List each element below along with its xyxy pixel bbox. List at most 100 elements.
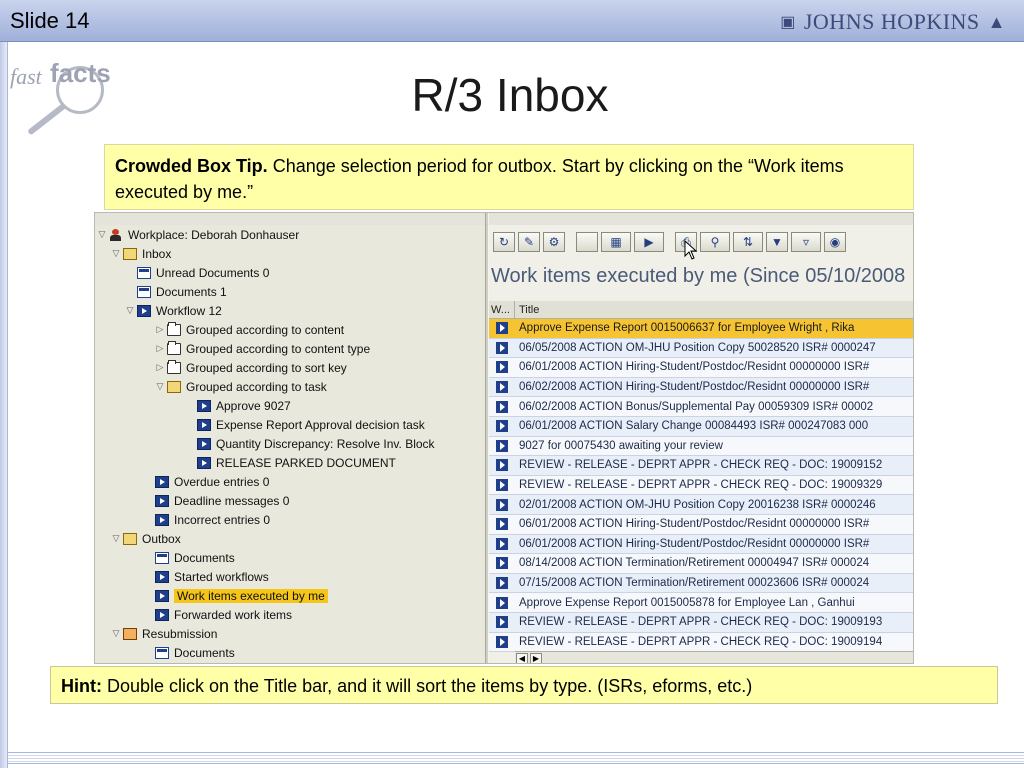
bottom-border	[8, 752, 1024, 764]
tree-item-label: Grouped according to sort key	[186, 360, 347, 375]
tree-item-outbox-documents[interactable]: Documents	[155, 548, 235, 567]
scroll-left-icon[interactable]: ◀	[516, 653, 528, 663]
workflow-icon	[137, 304, 151, 317]
workflow-icon	[496, 439, 508, 452]
table-row[interactable]: 07/15/2008 ACTION Termination/Retirement…	[489, 573, 913, 594]
tree-item-quantity-discrepancy[interactable]: Quantity Discrepancy: Resolve Inv. Block	[197, 434, 435, 453]
table-row[interactable]: REVIEW - RELEASE - DEPRT APPR - CHECK RE…	[489, 613, 913, 633]
open-folder-icon	[123, 532, 137, 545]
tree-item-grouped-task[interactable]: ▽ Grouped according to task	[153, 377, 327, 396]
row-type-cell	[489, 397, 515, 416]
column-header-type[interactable]: W...	[489, 300, 515, 319]
table-row[interactable]: 06/01/2008 ACTION Hiring-Student/Postdoc…	[489, 534, 913, 555]
table-row[interactable]: 08/14/2008 ACTION Termination/Retirement…	[489, 554, 913, 574]
forward-icon[interactable]: ▶	[634, 232, 664, 252]
expand-icon[interactable]: ▷	[153, 362, 167, 373]
tree-item-workplace[interactable]: ▽ Workplace: Deborah Donhauser	[95, 225, 300, 244]
tree-item-overdue[interactable]: Overdue entries 0	[155, 472, 269, 491]
table-row[interactable]: 9027 for 00075430 awaiting your review	[489, 436, 913, 457]
filter-icon[interactable]: ▼	[766, 232, 788, 252]
workflow-icon	[155, 570, 169, 583]
tree-item-work-items-executed[interactable]: Work items executed by me	[155, 586, 328, 605]
collapse-icon[interactable]: ▽	[109, 628, 123, 639]
table-row[interactable]: 06/02/2008 ACTION Bonus/Supplemental Pay…	[489, 397, 913, 417]
table-row[interactable]: REVIEW - RELEASE - DEPRT APPR - CHECK RE…	[489, 475, 913, 496]
horizontal-scrollbar[interactable]: ◀ ▶	[515, 651, 913, 663]
table-row[interactable]: 06/05/2008 ACTION OM-JHU Position Copy 5…	[489, 338, 913, 359]
row-title: 06/02/2008 ACTION Hiring-Student/Postdoc…	[519, 381, 870, 394]
workflow-icon	[197, 437, 211, 450]
row-type-cell	[489, 593, 515, 612]
logo-fast: fast	[10, 64, 42, 89]
tree-item-expense-report[interactable]: Expense Report Approval decision task	[197, 415, 425, 434]
collapse-icon[interactable]: ▽	[153, 381, 167, 392]
tree-item-grouped-sort-key[interactable]: ▷ Grouped according to sort key	[153, 358, 347, 377]
filter-set-icon[interactable]: ▿	[791, 232, 821, 252]
brand-name: JOHNS HOPKINS	[803, 9, 980, 34]
open-folder-icon	[167, 380, 181, 393]
table-row[interactable]: 06/01/2008 ACTION Salary Change 00084493…	[489, 417, 913, 437]
tree-item-label: Started workflows	[174, 569, 269, 584]
tree-item-label: Incorrect entries 0	[174, 512, 271, 527]
workflow-icon	[496, 479, 508, 492]
table-row[interactable]: REVIEW - RELEASE - DEPRT APPR - CHECK RE…	[489, 632, 913, 653]
workflow-icon	[496, 596, 508, 609]
workflow-icon	[496, 322, 508, 335]
row-type-cell	[489, 378, 515, 397]
tree-item-grouped-content[interactable]: ▷ Grouped according to content	[153, 320, 344, 339]
tree-item-outbox[interactable]: ▽ Outbox	[109, 529, 181, 548]
sort-icon[interactable]: ⇅	[733, 232, 763, 252]
collapse-icon[interactable]: ▽	[95, 229, 109, 240]
table-row[interactable]: REVIEW - RELEASE - DEPRT APPR - CHECK RE…	[489, 456, 913, 476]
table-row[interactable]: 06/01/2008 ACTION Hiring-Student/Postdoc…	[489, 515, 913, 535]
workflow-icon	[496, 518, 508, 531]
tree-item-grouped-content-type[interactable]: ▷ Grouped according to content type	[153, 339, 370, 358]
tree-item-release-parked[interactable]: RELEASE PARKED DOCUMENT	[197, 453, 396, 472]
tree-item-approve-9027[interactable]: Approve 9027	[197, 396, 291, 415]
collapse-icon[interactable]: ▽	[109, 533, 123, 544]
workflow-icon	[496, 381, 508, 394]
tip-callout: Crowded Box Tip. Change selection period…	[104, 144, 914, 210]
tree-item-workflow[interactable]: ▽ Workflow 12	[123, 301, 222, 320]
detail-icon[interactable]: ✎	[518, 232, 540, 252]
navigation-tree: ▽ Workplace: Deborah Donhauser ▽ Inbox U…	[95, 225, 485, 663]
folder-icon	[167, 359, 181, 374]
binoculars-icon[interactable]: ◉	[824, 232, 846, 252]
tree-item-started-workflows[interactable]: Started workflows	[155, 567, 269, 586]
blank-icon[interactable]	[576, 232, 598, 252]
table-row[interactable]: 06/01/2008 ACTION Hiring-Student/Postdoc…	[489, 358, 913, 378]
tree-item-resubmission[interactable]: ▽ Resubmission	[109, 624, 218, 643]
table-row[interactable]: 06/02/2008 ACTION Hiring-Student/Postdoc…	[489, 377, 913, 398]
row-type-cell	[489, 476, 515, 495]
layout-icon[interactable]: ▦	[601, 232, 631, 252]
table-row[interactable]: Approve Expense Report 0015005878 for Em…	[489, 593, 913, 613]
collapse-icon[interactable]: ▽	[109, 248, 123, 259]
toolbar: ↻ ✎ ⚙ ▦ ▶ ⎙ ⚲ ⇅ ▼ ▿ ◉	[489, 229, 913, 255]
refresh-icon[interactable]: ↻	[493, 232, 515, 252]
tree-item-label: Deadline messages 0	[174, 493, 290, 508]
expand-icon[interactable]: ▷	[153, 343, 167, 354]
tree-item-inbox[interactable]: ▽ Inbox	[109, 244, 172, 263]
document-icon	[137, 266, 151, 279]
row-title: REVIEW - RELEASE - DEPRT APPR - CHECK RE…	[519, 479, 883, 492]
tree-item-unread-documents[interactable]: Unread Documents 0	[137, 263, 269, 282]
column-header-title[interactable]: Title	[515, 304, 539, 316]
tree-item-deadline[interactable]: Deadline messages 0	[155, 491, 289, 510]
tree-item-forwarded[interactable]: Forwarded work items	[155, 605, 292, 624]
find-icon[interactable]: ⚲	[700, 232, 730, 252]
expand-icon[interactable]: ▷	[153, 324, 167, 335]
row-title: REVIEW - RELEASE - DEPRT APPR - CHECK RE…	[519, 459, 883, 472]
tree-item-label: Unread Documents 0	[156, 265, 270, 280]
table-header[interactable]: W... Title	[489, 300, 913, 319]
tree-item-resub-documents[interactable]: Documents	[155, 643, 235, 662]
settings-icon[interactable]: ⚙	[543, 232, 565, 252]
workflow-icon	[155, 494, 169, 507]
collapse-icon[interactable]: ▽	[123, 305, 137, 316]
scroll-right-icon[interactable]: ▶	[530, 653, 542, 663]
table-row[interactable]: 02/01/2008 ACTION OM-JHU Position Copy 2…	[489, 495, 913, 515]
workflow-icon	[197, 399, 211, 412]
tree-item-incorrect[interactable]: Incorrect entries 0	[155, 510, 270, 529]
row-type-cell	[489, 574, 515, 593]
tree-item-documents[interactable]: Documents 1	[137, 282, 227, 301]
table-row[interactable]: Approve Expense Report 0015006637 for Em…	[489, 319, 913, 339]
